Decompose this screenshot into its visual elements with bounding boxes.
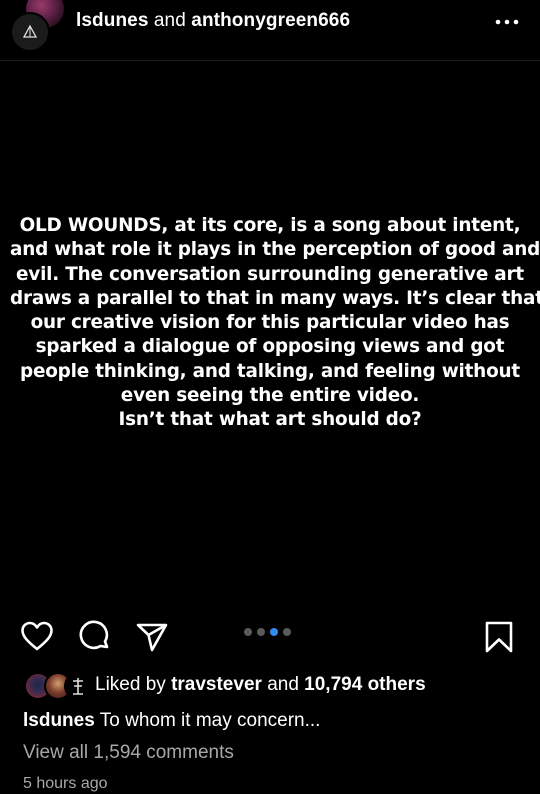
- liker-username-link[interactable]: travstever: [171, 674, 262, 695]
- post-text-line: and what role it plays in the perception…: [10, 239, 540, 261]
- post-text-line: OLD WOUNDS, at its core, is a song about…: [19, 215, 521, 236]
- view-comments-link[interactable]: View all 1,594 comments: [23, 742, 234, 764]
- carousel-dot: [244, 628, 252, 636]
- comment-icon: [79, 620, 109, 650]
- likes-prefix: Liked by: [95, 674, 166, 695]
- carousel-dot: [283, 628, 291, 636]
- post-text-line: evil. The conversation surrounding gener…: [16, 263, 524, 285]
- caption-username-link[interactable]: lsdunes: [23, 710, 95, 731]
- comment-button[interactable]: [78, 620, 112, 654]
- post-text-line: Isn’t that what art should do?: [118, 409, 422, 431]
- post-text-line: our creative vision for this particular …: [30, 312, 510, 334]
- authors-conjunction: and: [153, 10, 186, 31]
- carousel-dot-active: [270, 628, 278, 636]
- liker-avatars[interactable]: [24, 672, 92, 700]
- post-text-line: sparked a dialogue of opposing views and…: [35, 336, 505, 358]
- carousel-dot: [257, 628, 265, 636]
- share-button[interactable]: [135, 620, 169, 654]
- post-image-text: OLD WOUNDS, at its core, is a song about…: [10, 214, 540, 433]
- avatar-anthonygreen666[interactable]: [10, 12, 50, 52]
- post-text-line: people thinking, and talking, and feelin…: [19, 360, 520, 382]
- author-1-link[interactable]: lsdunes: [76, 10, 149, 31]
- more-options-button[interactable]: [494, 12, 520, 32]
- heart-icon: [21, 621, 53, 651]
- post-timestamp: 5 hours ago: [23, 775, 108, 792]
- collab-avatars[interactable]: [8, 0, 64, 52]
- carousel-indicator: [244, 628, 291, 636]
- more-horizontal-icon: [495, 19, 519, 25]
- triangle-logo-icon: [22, 24, 38, 38]
- likes-row: Liked by travstever and 10,794 others: [0, 670, 540, 700]
- bookmark-icon: [485, 621, 513, 653]
- author-2-link[interactable]: anthonygreen666: [191, 10, 350, 31]
- post-text-line: draws a parallel to that in many ways. I…: [10, 287, 540, 309]
- save-button[interactable]: [482, 620, 516, 654]
- post-authors: lsdunes and anthonygreen666: [76, 10, 350, 32]
- post-header: lsdunes and anthonygreen666: [0, 0, 540, 61]
- liker-avatar[interactable]: [64, 672, 92, 700]
- post-caption: lsdunes To whom it may concern...: [23, 710, 320, 732]
- likes-summary: Liked by travstever and 10,794 others: [95, 674, 426, 696]
- likes-others-link[interactable]: 10,794 others: [304, 674, 425, 695]
- share-icon: [136, 623, 168, 652]
- post-text-line: even seeing the entire video.: [120, 385, 420, 407]
- anchor-logo-icon: [73, 678, 83, 695]
- likes-conjunction: and: [267, 674, 299, 695]
- like-button[interactable]: [20, 620, 54, 654]
- caption-text: To whom it may concern...: [99, 710, 321, 731]
